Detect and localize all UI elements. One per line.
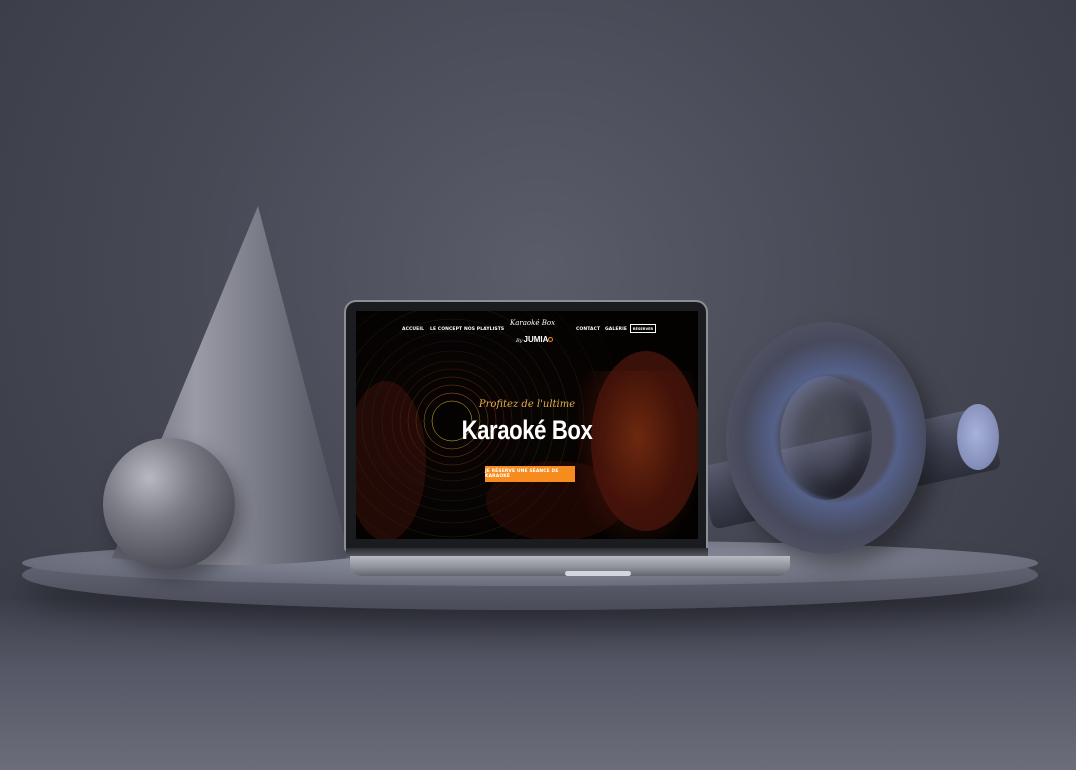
nav-contact[interactable]: CONTACT bbox=[576, 327, 600, 332]
logo-brand-name: JUMIA bbox=[523, 335, 549, 344]
top-navigation: ACCUEIL LE CONCEPT NOS PLAYLISTS Karaoké… bbox=[356, 319, 698, 353]
torus-highlight bbox=[726, 322, 926, 554]
laptop-screen: ACCUEIL LE CONCEPT NOS PLAYLISTS Karaoké… bbox=[356, 311, 698, 539]
nav-nos-playlists[interactable]: NOS PLAYLISTS bbox=[464, 327, 504, 332]
nav-accueil[interactable]: ACCUEIL bbox=[402, 327, 424, 332]
laptop-notch bbox=[565, 571, 631, 576]
logo-by: By bbox=[516, 338, 523, 344]
hero-subtitle: Profitez de l'ultime bbox=[478, 399, 576, 410]
floor bbox=[0, 600, 1076, 770]
hero-title: Karaoké Box bbox=[461, 415, 593, 445]
cylinder-cap bbox=[957, 404, 999, 470]
logo-script: Karaoké Box bbox=[510, 319, 556, 327]
sphere-shape bbox=[103, 438, 235, 570]
crowd-photo bbox=[578, 371, 698, 539]
reserve-nav-button[interactable]: RÉSERVER bbox=[630, 324, 656, 333]
logo-brand: ByJUMIA bbox=[516, 335, 548, 344]
nav-galerie[interactable]: GALERIE bbox=[605, 327, 627, 332]
jumia-logo-icon bbox=[548, 337, 553, 342]
book-session-button[interactable]: JE RÉSERVE UNE SÉANCE DE KARAOKÉ bbox=[485, 466, 575, 482]
mockup-scene: ACCUEIL LE CONCEPT NOS PLAYLISTS Karaoké… bbox=[0, 0, 1076, 770]
nav-le-concept[interactable]: LE CONCEPT bbox=[430, 327, 462, 332]
